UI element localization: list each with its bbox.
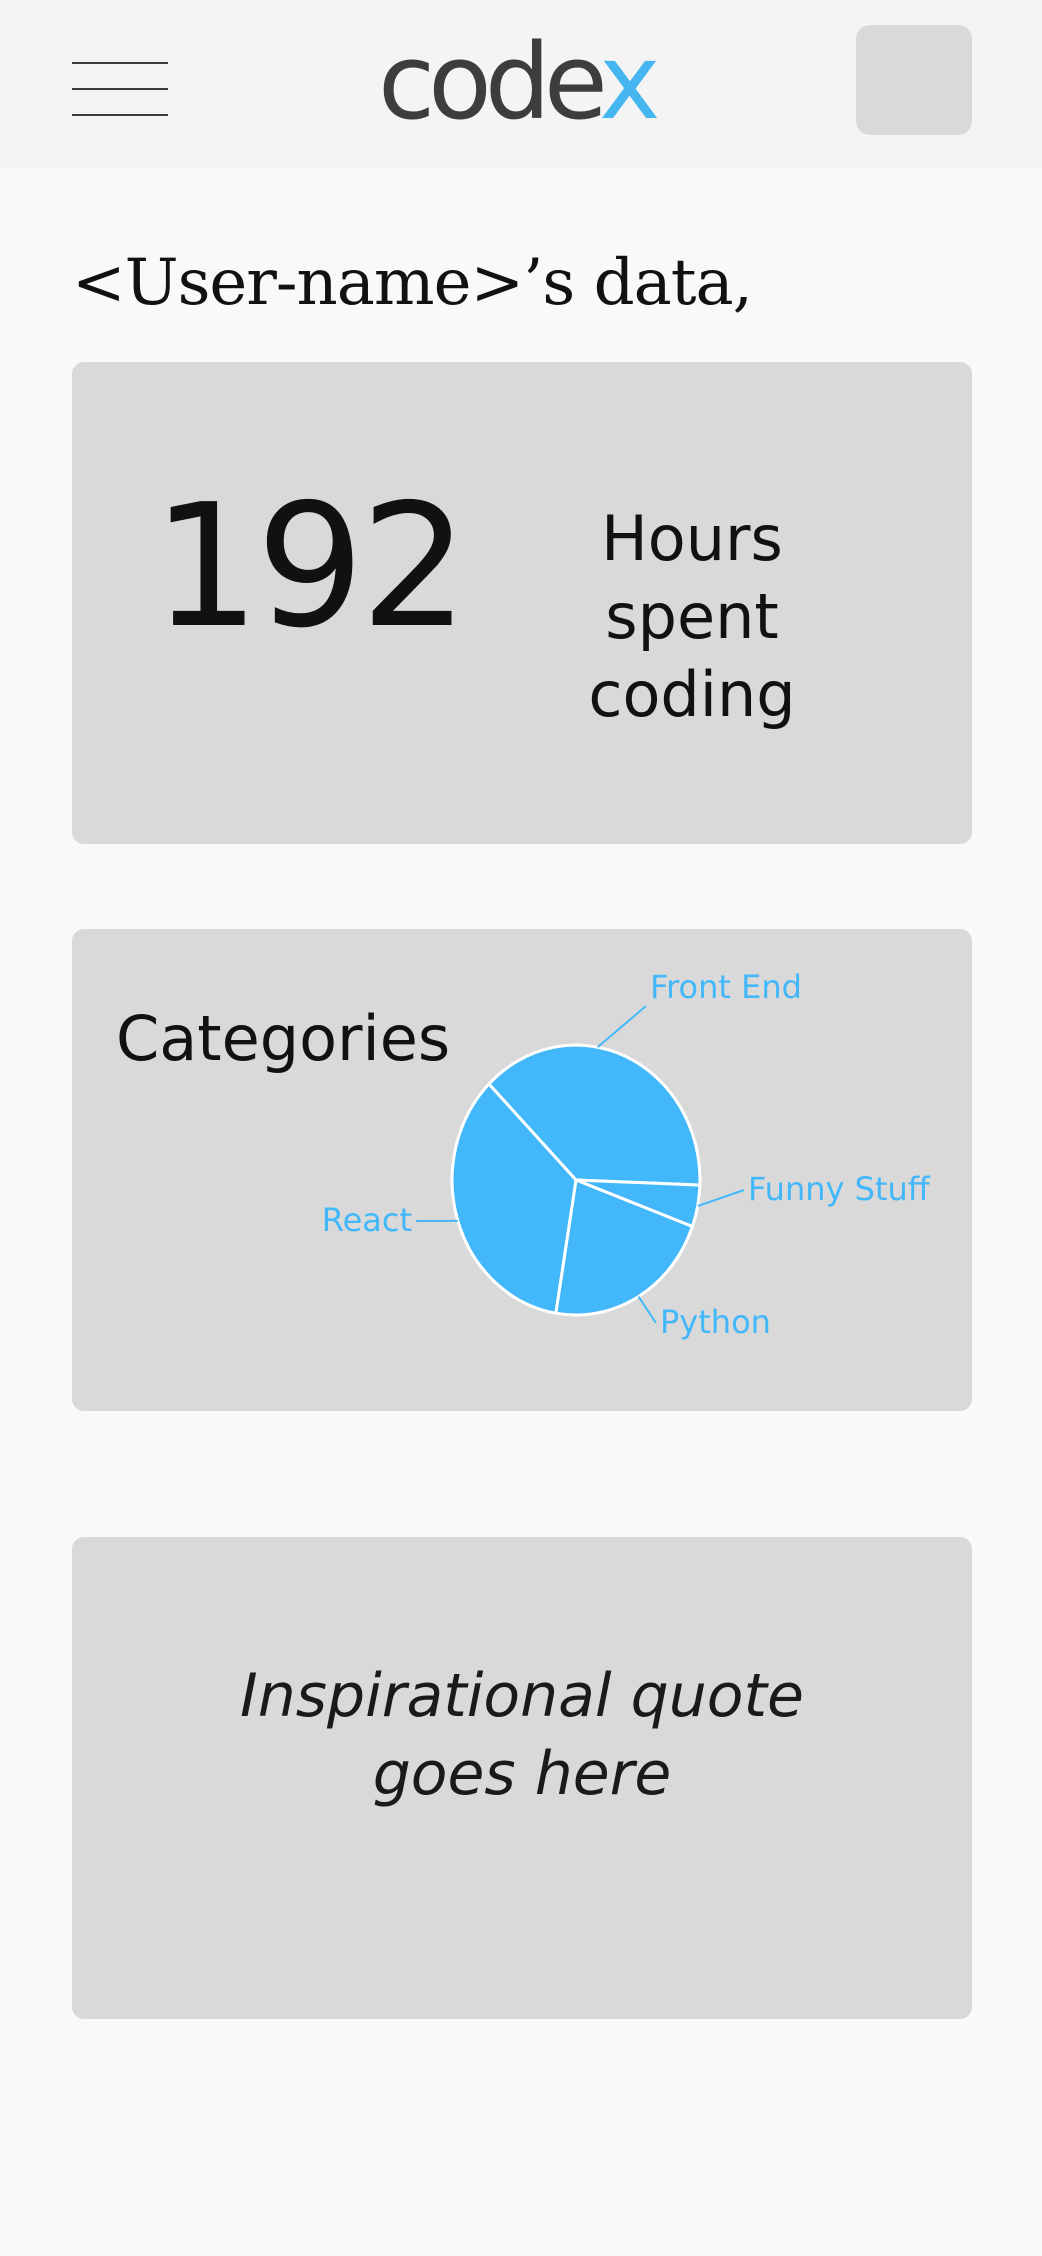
hours-label: Hours spent coding: [588, 502, 796, 731]
avatar[interactable]: [856, 25, 972, 135]
top-bar: codex: [0, 0, 1042, 169]
logo-accent-text: x: [598, 21, 660, 143]
inspirational-quote: Inspirational quote goes here: [240, 1661, 804, 1809]
pie-leader-line: [597, 1005, 647, 1048]
codex-logo[interactable]: codex: [378, 21, 660, 143]
hours-value: 192: [152, 468, 468, 666]
hours-card: 192 Hours spent coding: [72, 362, 972, 844]
categories-pie-chart: Front End Funny Stuff Python React: [322, 968, 931, 1341]
page-title: <User-name>’s data,: [72, 246, 753, 320]
logo-main-text: code: [378, 21, 606, 143]
quote-card: Inspirational quote goes here: [72, 1537, 972, 2019]
pie-label: React: [322, 1201, 412, 1239]
pie-leader-line: [697, 1189, 745, 1208]
pie-label: Python: [660, 1303, 771, 1341]
hamburger-menu-icon[interactable]: [72, 62, 168, 116]
pie-label: Funny Stuff: [748, 1170, 931, 1208]
menu-line: [72, 114, 168, 116]
menu-line: [72, 62, 168, 64]
menu-line: [72, 88, 168, 90]
categories-card: Categories Front End Funny Stuff Python Rea…: [72, 929, 972, 1411]
pie-leader-line: [637, 1296, 657, 1324]
pie-label: Front End: [650, 968, 802, 1006]
